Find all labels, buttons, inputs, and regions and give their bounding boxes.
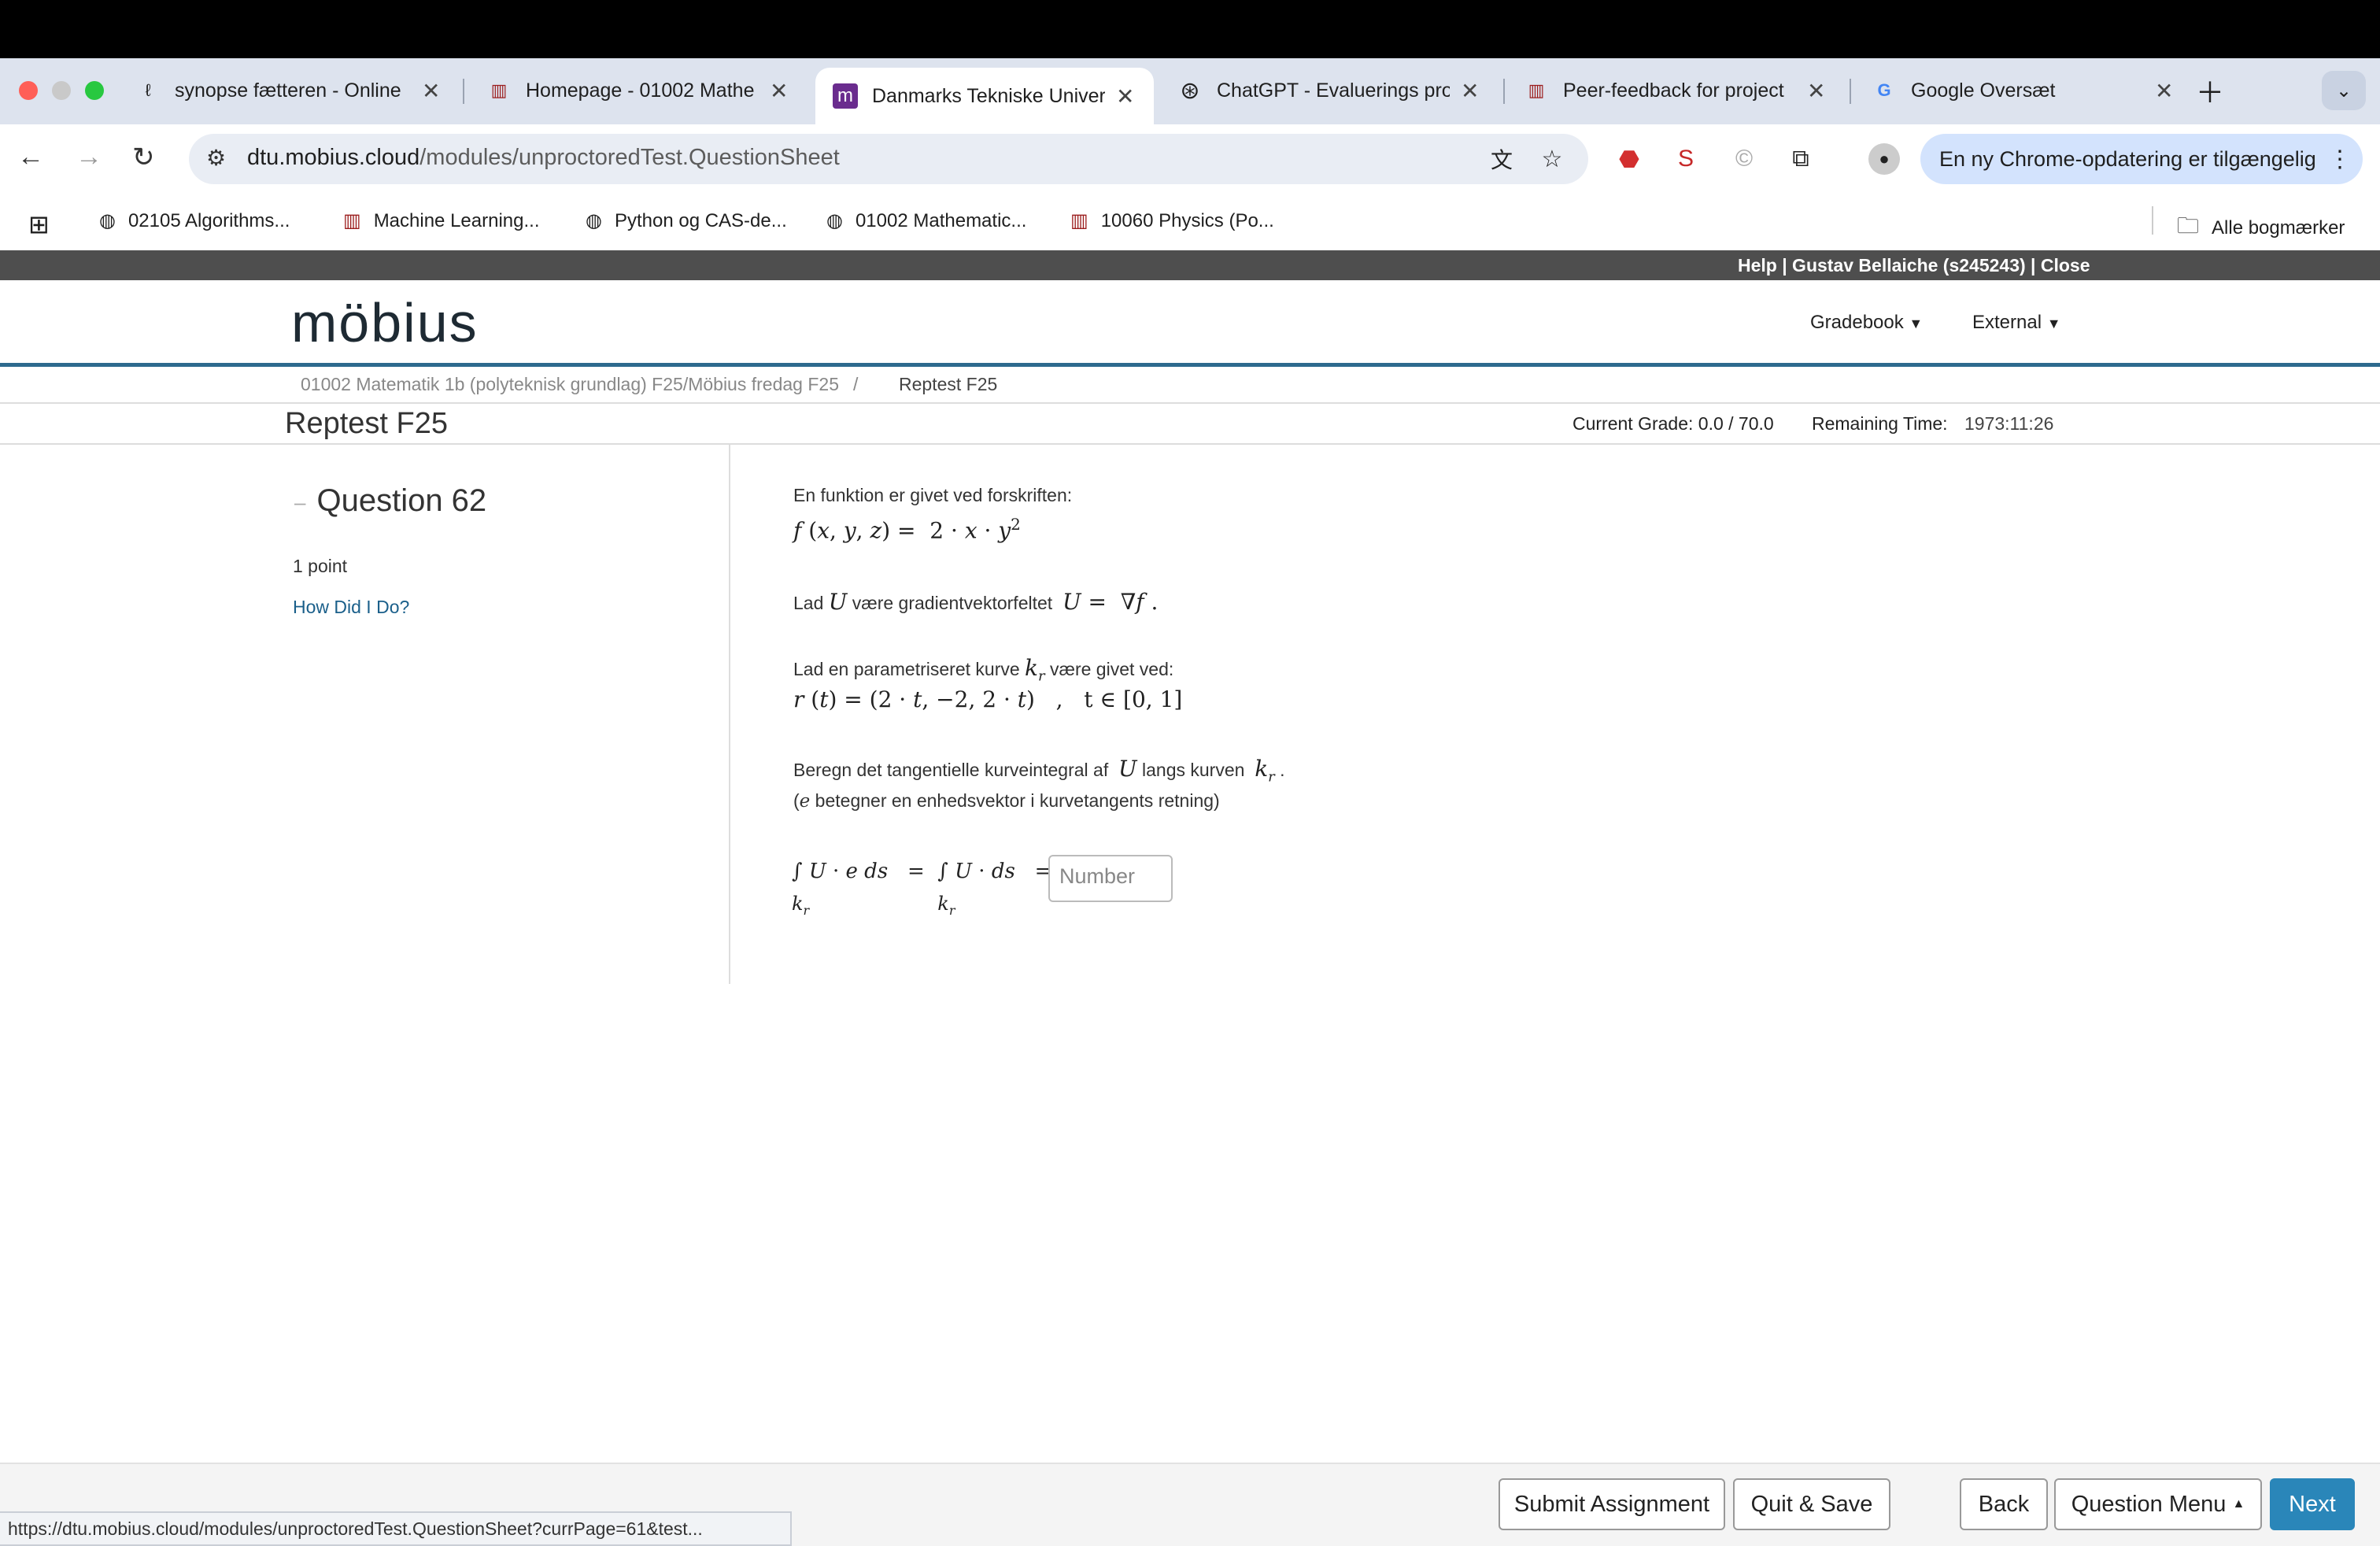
quit-save-button[interactable]: Quit & Save	[1733, 1478, 1890, 1530]
question-intro: En funktion er givet ved forskriften:	[793, 485, 1073, 505]
mobius-logo[interactable]: möbius	[291, 291, 479, 354]
apps-grid-icon[interactable]: ⊞	[28, 209, 50, 239]
globe-icon: ◍	[826, 210, 843, 231]
bookmark-divider	[2152, 206, 2153, 235]
globe-icon: ℓ	[145, 80, 151, 100]
current-grade: Current Grade: 0.0 / 70.0	[1572, 413, 1774, 434]
caret-up-icon: ▲	[2232, 1497, 2245, 1511]
bookmark-star-icon[interactable]: ☆	[1536, 143, 1568, 175]
url-host: dtu.mobius.cloud	[247, 145, 420, 170]
dtu-logo-icon: ▥	[1070, 210, 1088, 231]
browser-tab[interactable]: ℓ synopse fætteren - Online ✕	[118, 68, 456, 113]
translate-icon: G	[1877, 80, 1891, 100]
extension-c-icon[interactable]: ©	[1728, 143, 1760, 175]
caret-down-icon: ▼	[1909, 316, 1924, 331]
bookmark-item[interactable]: ▥ 10060 Physics (Po...	[1070, 209, 1274, 232]
bookmark-item[interactable]: ◍ 01002 Mathematic...	[826, 209, 1026, 232]
line-integral-expression: ∫ U · e ds kr = ∫ U · ds kr =	[792, 860, 1052, 918]
back-arrow-icon[interactable]: ←	[17, 142, 44, 172]
chatgpt-icon: ⊛	[1180, 77, 1200, 104]
close-tab-icon[interactable]: ✕	[422, 78, 440, 104]
dtu-logo-icon: ▥	[343, 210, 361, 231]
chrome-update-button[interactable]: En ny Chrome-opdatering er tilgængelig ⋮	[1920, 134, 2363, 184]
globe-icon: ◍	[99, 210, 116, 231]
bookmark-item[interactable]: ▥ Machine Learning...	[343, 209, 539, 232]
tab-divider	[463, 79, 464, 104]
close-tab-icon[interactable]: ✕	[1461, 78, 1479, 104]
browser-tab[interactable]: ⊛ ChatGPT - Evaluerings pro ✕	[1160, 68, 1499, 113]
tab-divider	[1850, 79, 1851, 104]
back-button[interactable]: Back	[1960, 1478, 2048, 1530]
assignment-title-bar: Reptest F25 Current Grade: 0.0 / 70.0 Re…	[0, 404, 2380, 445]
mobius-favicon-icon: m	[833, 83, 858, 109]
user-links[interactable]: Help | Gustav Bellaiche (s245243) | Clos…	[1738, 255, 2090, 276]
status-bar-url: https://dtu.mobius.cloud/modules/unproct…	[0, 1511, 792, 1546]
curve-formula: r (t) = (2 · t, −2, 2 · t) , t ∈ [0, 1]	[793, 686, 1183, 712]
next-button[interactable]: Next	[2270, 1478, 2355, 1530]
how-did-i-do-link[interactable]: How Did I Do?	[293, 597, 409, 618]
page-title: Reptest F25	[285, 407, 448, 440]
chrome-update-label: En ny Chrome-opdatering er tilgængelig	[1939, 146, 2316, 171]
question-title: – Question 62	[294, 483, 487, 518]
site-info-icon[interactable]: ⚙	[206, 145, 226, 171]
remaining-time-label: Remaining Time:	[1812, 413, 1948, 434]
screen-top-bar	[0, 0, 2380, 58]
breadcrumb: 01002 Matematik 1b (polyteknisk grundlag…	[0, 371, 2380, 404]
question-sidebar	[0, 445, 730, 984]
close-tab-icon[interactable]: ✕	[1116, 83, 1134, 109]
task-text: Beregn det tangentielle kurveintegral af…	[793, 756, 1285, 786]
close-window-button[interactable]	[19, 81, 38, 100]
folder-icon: 🗀	[2177, 213, 2200, 238]
profile-avatar[interactable]: ●	[1868, 143, 1900, 175]
question-menu-button[interactable]: Question Menu ▲	[2054, 1478, 2262, 1530]
breadcrumb-current: Reptest F25	[899, 374, 998, 394]
translate-page-icon[interactable]: 文	[1486, 143, 1517, 175]
close-tab-icon[interactable]: ✕	[1807, 78, 1825, 104]
close-tab-icon[interactable]: ✕	[2155, 78, 2173, 104]
curve-definition: Lad en parametriseret kurve kr være give…	[793, 655, 1174, 685]
forward-arrow-icon[interactable]: →	[76, 142, 102, 172]
url-path: /modules/unproctoredTest.QuestionSheet	[419, 145, 840, 170]
adblock-extension-icon[interactable]: ⬣	[1613, 143, 1645, 175]
bookmark-item[interactable]: ◍ 02105 Algorithms...	[99, 209, 290, 232]
url-text[interactable]: dtu.mobius.cloud/modules/unproctoredTest…	[247, 145, 840, 171]
extensions-puzzle-icon[interactable]: ⧉	[1785, 143, 1816, 175]
minimize-window-button[interactable]	[52, 81, 71, 100]
reload-icon[interactable]: ↻	[132, 142, 155, 173]
seo-extension-icon[interactable]: S	[1670, 143, 1702, 175]
dtu-logo-icon: ▥	[1528, 80, 1545, 100]
question-points: 1 point	[293, 556, 348, 576]
browser-tab[interactable]: ▥ Peer-feedback for project ✕	[1506, 68, 1845, 113]
browser-tab-active[interactable]: m Danmarks Tekniske Univer ✕	[815, 68, 1154, 124]
unit-vector-note: (e betegner en enhedsvektor i kurvetange…	[793, 790, 1220, 812]
browser-tab[interactable]: G Google Oversæt ✕	[1854, 68, 2193, 113]
close-tab-icon[interactable]: ✕	[770, 78, 788, 104]
external-menu[interactable]: External ▼	[1972, 312, 2061, 334]
remaining-time-value: 1973:11:26	[1964, 413, 2054, 434]
submit-assignment-button[interactable]: Submit Assignment	[1499, 1478, 1725, 1530]
all-bookmarks-button[interactable]: 🗀 Alle bogmærker	[2177, 209, 2345, 247]
answer-number-input[interactable]: Number	[1048, 855, 1173, 902]
tab-divider	[1503, 79, 1505, 104]
function-formula: f (x, y, z) = 2 · x · y2	[793, 515, 1021, 544]
browser-tab[interactable]: ▥ Homepage - 01002 Mathe ✕	[469, 68, 808, 113]
caret-down-icon: ▼	[2046, 316, 2061, 331]
gradebook-menu[interactable]: Gradebook ▼	[1810, 312, 1923, 334]
gradient-definition: Lad U være gradientvektorfeltet U = ∇f .	[793, 589, 1159, 615]
user-bar: Help | Gustav Bellaiche (s245243) | Clos…	[0, 250, 2380, 280]
bookmark-item[interactable]: ◍ Python og CAS-de...	[586, 209, 787, 232]
breadcrumb-course[interactable]: 01002 Matematik 1b (polyteknisk grundlag…	[301, 374, 858, 395]
tab-search-button[interactable]: ⌄	[2322, 71, 2366, 110]
new-tab-button[interactable]: ＋	[2196, 68, 2243, 113]
dtu-logo-icon: ▥	[490, 80, 508, 100]
maximize-window-button[interactable]	[85, 81, 104, 100]
collapse-icon[interactable]: –	[294, 490, 305, 514]
globe-icon: ◍	[586, 210, 602, 231]
more-vert-icon[interactable]: ⋮	[2328, 146, 2352, 173]
